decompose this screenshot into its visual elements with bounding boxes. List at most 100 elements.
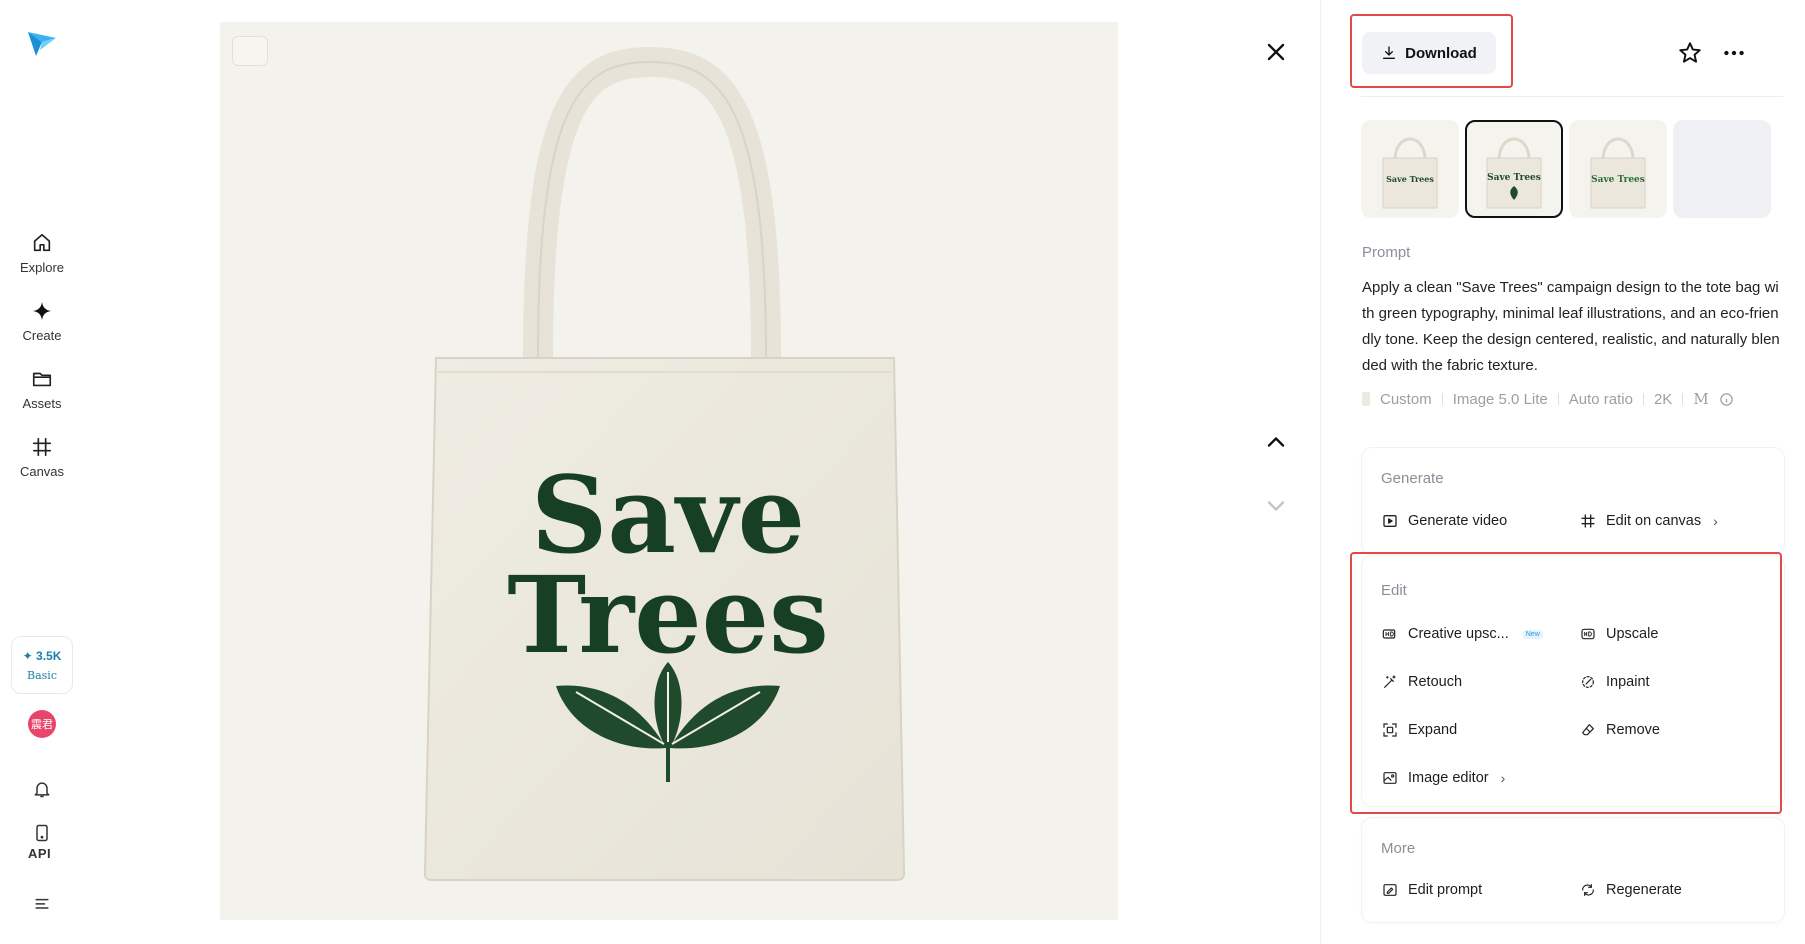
chevron-right-icon: › xyxy=(1713,513,1718,529)
edit-card: Edit Creative upsc... New Upscale Retouc… xyxy=(1362,556,1784,806)
regenerate-button[interactable]: Regenerate xyxy=(1580,882,1682,898)
creative-upscale-button[interactable]: Creative upsc... New xyxy=(1382,626,1543,642)
upscale-label: Upscale xyxy=(1606,626,1659,642)
next-image-chevron-down-icon[interactable] xyxy=(1262,492,1290,520)
credits-amount-value: 3.5K xyxy=(36,648,62,663)
inpaint-button[interactable]: Inpaint xyxy=(1580,674,1650,690)
meta-separator xyxy=(1642,393,1644,405)
close-icon[interactable] xyxy=(1262,38,1290,66)
more-options-icon[interactable] xyxy=(1721,40,1747,66)
magic-wand-icon xyxy=(1384,675,1396,688)
nav-create-label: Create xyxy=(22,328,62,343)
app-logo-icon[interactable] xyxy=(26,28,58,60)
previous-image-chevron-up-icon[interactable] xyxy=(1262,428,1290,456)
bag-text-trees: Trees xyxy=(507,552,829,677)
edit-prompt-button[interactable]: Edit prompt xyxy=(1382,882,1482,898)
menu-icon xyxy=(35,898,49,909)
nav-explore[interactable]: Explore xyxy=(0,232,84,275)
menu-button[interactable] xyxy=(29,890,55,916)
nav-assets-label: Assets xyxy=(22,396,62,411)
left-rail: Explore Create Assets Canvas ✦ 3.5K Basi… xyxy=(0,0,84,944)
creative-upscale-label: Creative upsc... xyxy=(1408,626,1509,642)
thumbnail-text: Save Trees xyxy=(1386,174,1434,184)
plan-tier: Basic xyxy=(27,668,57,682)
generation-meta: Custom Image 5.0 Lite Auto ratio 2K M xyxy=(1362,390,1734,408)
expand-button[interactable]: Expand xyxy=(1382,722,1457,738)
meta-resolution: 2K xyxy=(1653,390,1673,408)
meta-separator xyxy=(1557,393,1559,405)
api-link[interactable]: API xyxy=(28,846,51,861)
expand-icon xyxy=(1383,723,1397,737)
thumbnail-2-selected[interactable]: Save Trees xyxy=(1465,120,1563,218)
credits-amount: ✦ 3.5K xyxy=(22,648,62,663)
bell-icon xyxy=(34,782,50,798)
thumbnail-3[interactable]: Save Trees xyxy=(1569,120,1667,218)
remove-button[interactable]: Remove xyxy=(1580,722,1660,738)
image-editor-button[interactable]: Image editor › xyxy=(1382,770,1505,786)
mobile-app-button[interactable] xyxy=(29,820,55,846)
app-root: Explore Create Assets Canvas ✦ 3.5K Basi… xyxy=(0,0,1805,944)
sparkle-icon xyxy=(32,301,52,321)
folder-icon xyxy=(32,372,52,387)
remove-label: Remove xyxy=(1606,722,1660,738)
generate-video-label: Generate video xyxy=(1408,513,1508,529)
variant-thumbnails: Save Trees Save Trees Save Trees xyxy=(1361,120,1771,218)
image-preview: Save Trees xyxy=(220,22,1118,920)
canvas-icon xyxy=(1581,514,1595,528)
expand-label: Expand xyxy=(1408,722,1458,738)
chevron-right-icon: › xyxy=(1500,770,1506,786)
retouch-label: Retouch xyxy=(1408,674,1463,690)
nav-create[interactable]: Create xyxy=(0,300,84,343)
tote-thumbnail-image: Save Trees xyxy=(1382,137,1438,209)
image-editor-icon xyxy=(1383,772,1397,784)
refresh-icon xyxy=(1582,884,1594,896)
prompt-heading: Prompt xyxy=(1362,244,1411,261)
meta-style: Custom xyxy=(1380,390,1432,408)
credits-badge[interactable]: ✦ 3.5K Basic xyxy=(11,636,73,694)
phone-icon xyxy=(36,824,48,842)
tote-bag-image: Save Trees xyxy=(423,46,906,881)
thumbnail-4-empty[interactable] xyxy=(1673,120,1771,218)
image-editor-label: Image editor xyxy=(1408,770,1489,786)
meta-model: Image 5.0 Lite xyxy=(1452,390,1548,408)
nav-explore-label: Explore xyxy=(19,260,65,275)
star-icon[interactable] xyxy=(1677,40,1703,66)
inpaint-label: Inpaint xyxy=(1606,674,1650,690)
thumbnail-text: Save Trees xyxy=(1591,175,1645,185)
download-label: Download xyxy=(1405,44,1477,62)
meta-separator xyxy=(1682,393,1684,405)
details-panel: Download Save Trees Save Trees Save Tree… xyxy=(1320,0,1805,944)
inpaint-brush-icon xyxy=(1582,676,1594,688)
meta-ratio: Auto ratio xyxy=(1568,390,1633,408)
retouch-button[interactable]: Retouch xyxy=(1382,674,1462,690)
generate-card: Generate Generate video Edit on canvas › xyxy=(1362,448,1784,554)
thumbnail-1[interactable]: Save Trees xyxy=(1361,120,1459,218)
hd-plus-icon xyxy=(1382,629,1396,639)
notifications-button[interactable] xyxy=(29,776,55,802)
avatar[interactable]: 震君 xyxy=(28,710,56,738)
thumbnail-text: Save Trees xyxy=(1487,173,1541,183)
edit-on-canvas-label: Edit on canvas xyxy=(1606,513,1702,529)
info-icon[interactable] xyxy=(1719,392,1734,407)
more-card: More Edit prompt Regenerate xyxy=(1362,818,1784,922)
hd-icon xyxy=(1581,628,1595,640)
nav-canvas-label: Canvas xyxy=(19,464,65,479)
style-thumbnail-icon xyxy=(1362,392,1370,406)
generate-heading: Generate xyxy=(1381,470,1444,487)
edit-heading: Edit xyxy=(1381,582,1407,599)
play-video-icon xyxy=(1383,515,1397,527)
eraser-icon xyxy=(1582,724,1594,736)
nav-assets[interactable]: Assets xyxy=(0,368,84,411)
edit-on-canvas-button[interactable]: Edit on canvas › xyxy=(1580,513,1718,529)
download-button[interactable]: Download xyxy=(1362,32,1496,74)
new-badge: New xyxy=(1522,629,1543,639)
generate-video-button[interactable]: Generate video xyxy=(1382,513,1507,529)
upscale-button[interactable]: Upscale xyxy=(1580,626,1658,642)
meta-separator xyxy=(1441,393,1443,405)
edit-prompt-label: Edit prompt xyxy=(1408,882,1483,898)
meta-extra: M xyxy=(1693,390,1709,408)
home-icon xyxy=(33,233,51,252)
edit-prompt-icon xyxy=(1383,884,1397,896)
nav-canvas[interactable]: Canvas xyxy=(0,436,84,479)
prompt-text[interactable]: Apply a clean "Save Trees" campaign desi… xyxy=(1362,275,1780,379)
